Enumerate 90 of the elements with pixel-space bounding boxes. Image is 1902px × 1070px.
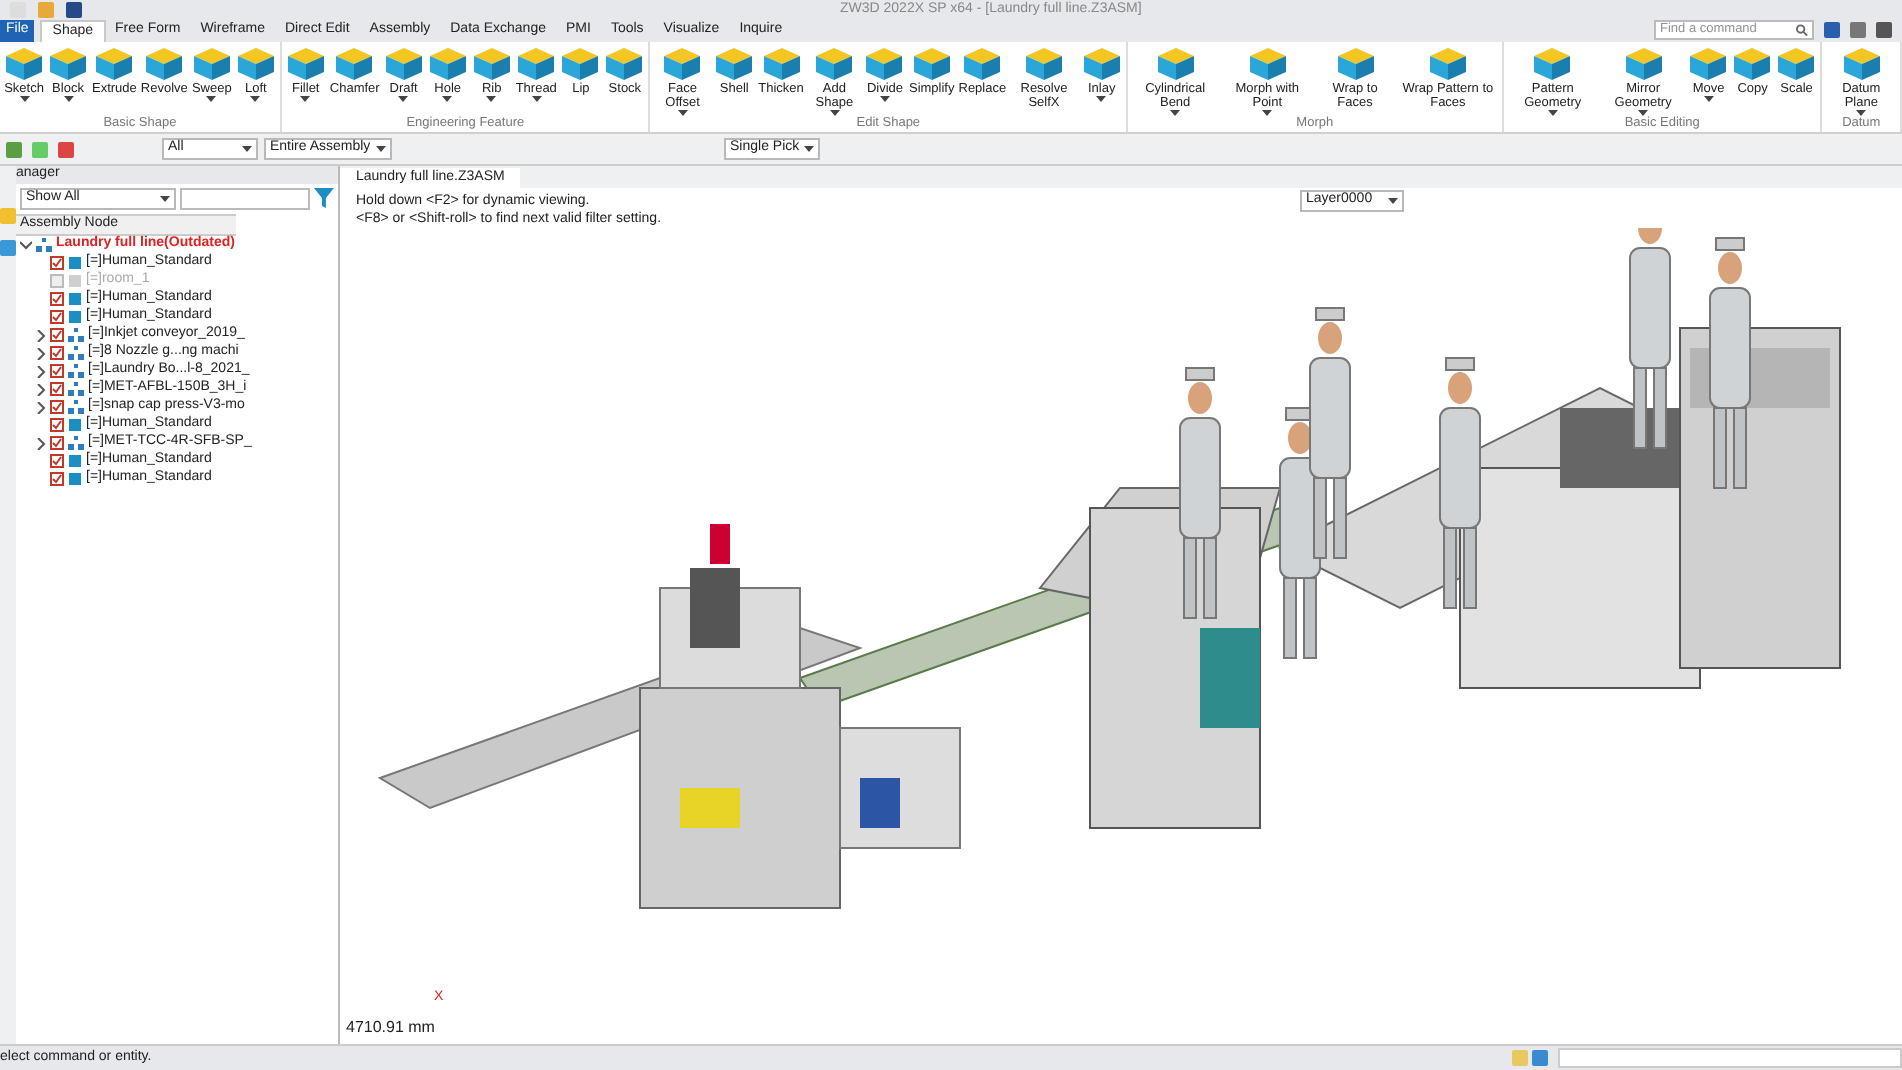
assembly-icon <box>36 238 52 252</box>
cube-icon <box>1841 46 1882 82</box>
caret-icon <box>486 96 497 102</box>
checkbox[interactable] <box>50 292 64 306</box>
caret-icon <box>442 96 453 102</box>
cube-icon <box>1335 46 1376 82</box>
cube-icon <box>4 46 44 82</box>
assembly-icon <box>68 364 84 378</box>
caret-icon <box>1547 110 1558 116</box>
filter-icon[interactable] <box>314 188 334 208</box>
caret-icon <box>1170 110 1181 116</box>
caret-icon <box>1388 198 1398 204</box>
cube-icon <box>383 46 424 82</box>
checkbox[interactable] <box>50 454 64 468</box>
caret-icon <box>242 146 252 152</box>
caret-icon <box>804 146 814 152</box>
cube-icon <box>334 46 375 82</box>
caret-icon <box>1096 96 1107 102</box>
cube-icon <box>471 46 512 82</box>
cube-icon <box>761 46 801 82</box>
check-icon <box>52 258 62 268</box>
cube-icon <box>662 46 703 82</box>
checkbox[interactable] <box>50 310 64 324</box>
cube-icon <box>94 46 135 82</box>
caret-icon <box>829 110 840 116</box>
checkbox[interactable] <box>50 274 64 288</box>
caret-icon <box>879 96 890 102</box>
cube-icon <box>911 46 952 82</box>
checkbox[interactable] <box>50 400 64 414</box>
cube-icon <box>864 46 905 82</box>
caret-icon <box>1638 110 1649 116</box>
cube-icon <box>1155 46 1196 82</box>
caret-icon <box>63 96 73 102</box>
assembly-icon <box>68 328 84 342</box>
caret-icon <box>531 96 542 102</box>
cube-icon <box>604 46 645 82</box>
checkbox[interactable] <box>50 382 64 396</box>
cube-icon <box>962 46 1003 82</box>
cube-icon <box>235 46 276 82</box>
checkbox[interactable] <box>50 346 64 360</box>
cube-icon <box>814 46 855 82</box>
cube-icon <box>1247 46 1288 82</box>
caret-icon <box>250 96 261 102</box>
cube-icon <box>516 46 557 82</box>
expand-chevron-icon[interactable] <box>36 437 46 449</box>
search-icon <box>1796 24 1808 36</box>
cube-icon <box>560 46 601 82</box>
cube-icon <box>285 46 326 82</box>
filter-input-field[interactable] <box>179 188 311 210</box>
cube-icon <box>1688 46 1729 82</box>
expand-chevron-icon[interactable] <box>36 401 46 413</box>
cube-icon <box>1023 46 1064 82</box>
cube-icon <box>191 46 232 82</box>
assembly-icon <box>68 382 84 396</box>
caret-icon <box>398 96 409 102</box>
expand-chevron-icon[interactable] <box>36 329 46 341</box>
cube-icon <box>48 46 88 82</box>
caret-icon <box>159 196 169 202</box>
caret-icon <box>1856 110 1867 116</box>
checkbox[interactable] <box>50 472 64 486</box>
cube-icon <box>714 46 755 82</box>
caret-icon <box>19 96 29 102</box>
cube-icon <box>1427 46 1468 82</box>
measurement-text: 4710.91 mm <box>346 1016 435 1040</box>
caret-icon <box>1262 110 1273 116</box>
expand-chevron-icon[interactable] <box>36 365 46 377</box>
cube-icon <box>1623 46 1664 82</box>
cube-icon <box>144 46 185 82</box>
caret-icon <box>677 110 688 116</box>
cube-icon <box>427 46 468 82</box>
assembly-icon <box>68 400 84 414</box>
cube-icon <box>1776 46 1817 82</box>
caret-icon <box>1703 96 1714 102</box>
cube-icon <box>1732 46 1773 82</box>
expand-chevron-icon[interactable] <box>36 383 46 395</box>
checkbox[interactable] <box>50 418 64 432</box>
assembly-icon <box>68 346 84 360</box>
part-icon <box>68 418 82 432</box>
assembly-icon <box>68 436 84 450</box>
checkbox[interactable] <box>50 364 64 378</box>
collapse-chevron-icon[interactable] <box>20 240 32 250</box>
caret-icon <box>300 96 311 102</box>
checkbox[interactable] <box>50 328 64 342</box>
cube-icon <box>1532 46 1573 82</box>
caret-icon <box>376 146 386 152</box>
checkbox[interactable] <box>50 256 64 270</box>
checkbox[interactable] <box>50 436 64 450</box>
expand-chevron-icon[interactable] <box>36 347 46 359</box>
cube-icon <box>1081 46 1122 82</box>
caret-icon <box>206 96 217 102</box>
